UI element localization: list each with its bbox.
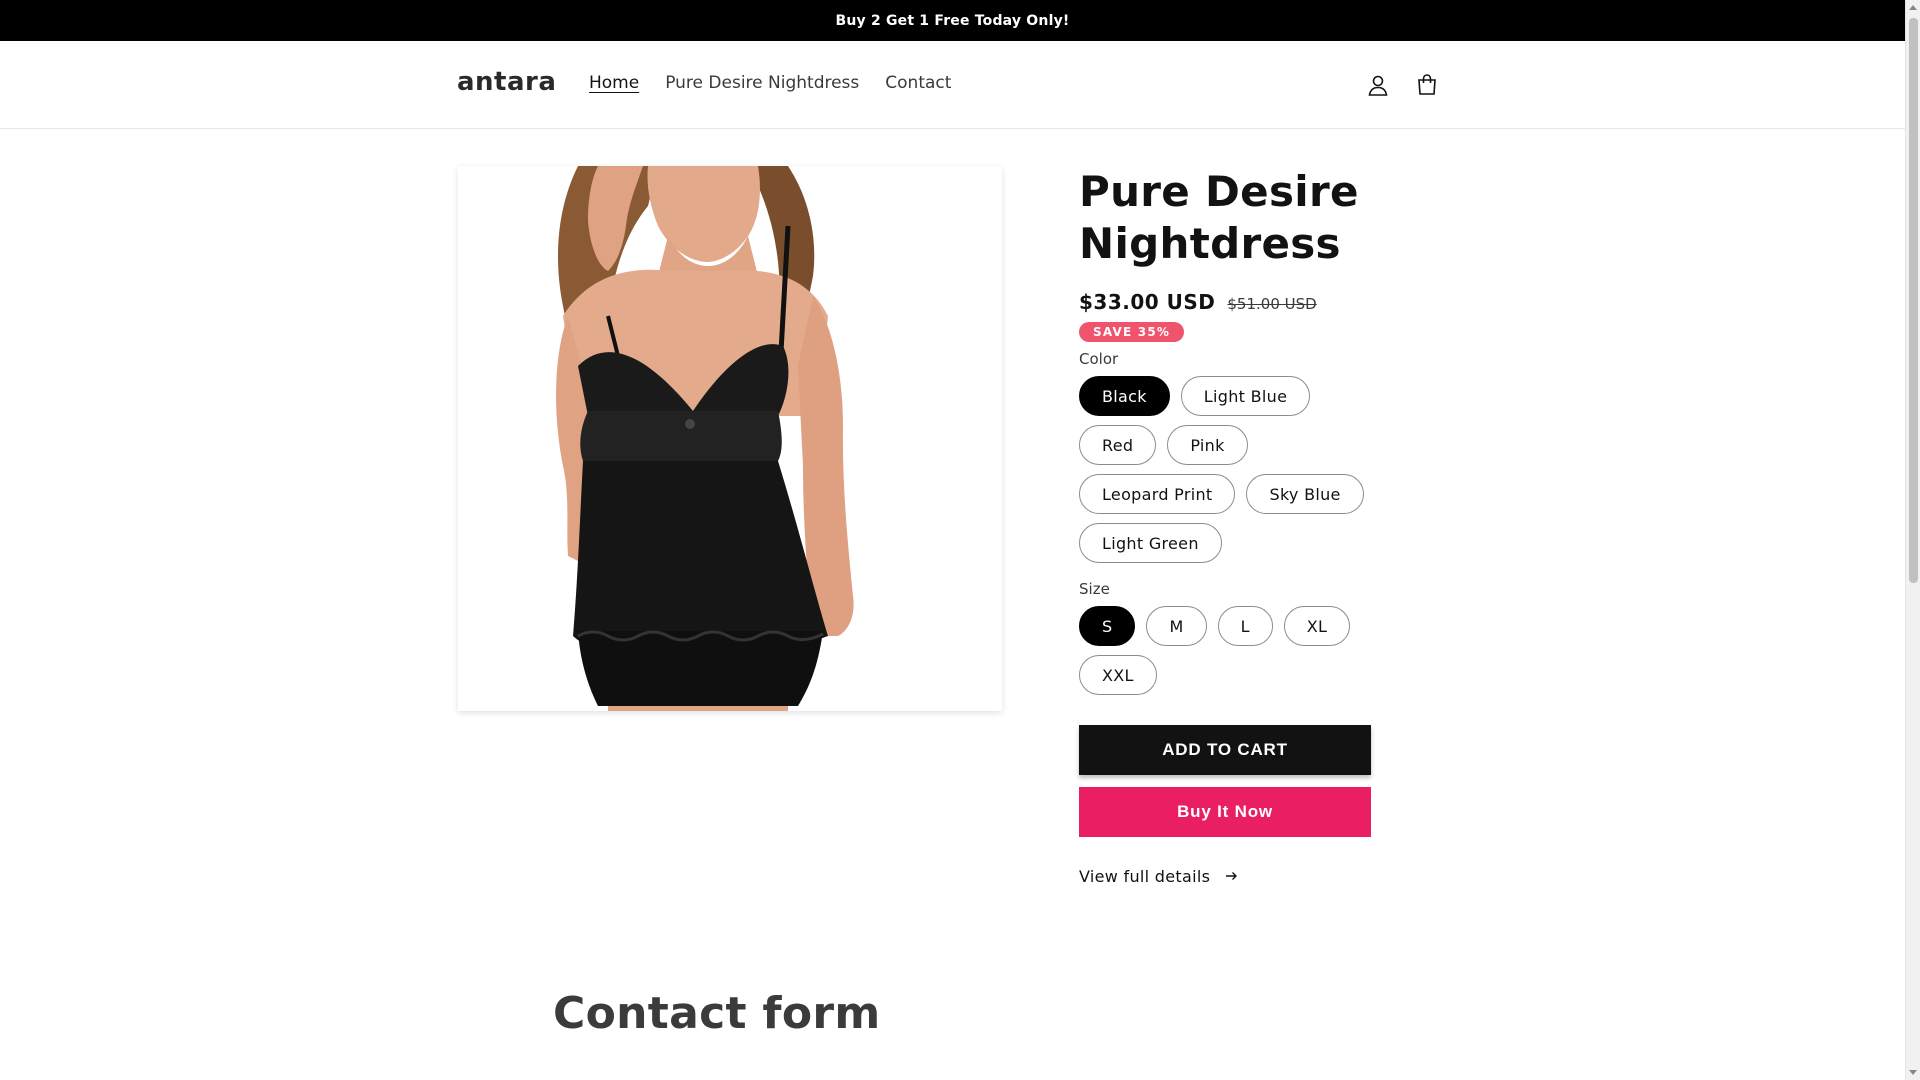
sale-badge: SAVE 35% xyxy=(1079,322,1185,342)
regular-price: $51.00 USD xyxy=(1227,295,1317,313)
size-option-m[interactable]: M xyxy=(1146,606,1207,646)
arrow-right-icon xyxy=(1226,869,1238,885)
scrollbar-thumb[interactable] xyxy=(1909,18,1918,583)
size-options: S M L XL XXL xyxy=(1079,606,1379,704)
store-logo[interactable]: antara xyxy=(457,67,556,97)
scroll-up-icon[interactable] xyxy=(1909,5,1917,10)
color-option-pink[interactable]: Pink xyxy=(1167,425,1248,465)
scroll-down-icon[interactable] xyxy=(1909,1070,1917,1075)
size-option-xl[interactable]: XL xyxy=(1283,606,1351,646)
color-option-black[interactable]: Black xyxy=(1079,376,1170,416)
product-image[interactable] xyxy=(458,166,1002,711)
add-to-cart-button[interactable]: ADD TO CART xyxy=(1079,725,1371,775)
account-icon[interactable] xyxy=(1362,69,1394,101)
product-info: Pure Desire Nightdress $33.00 USD $51.00… xyxy=(1079,166,1419,886)
main-nav: Home Pure Desire Nightdress Contact xyxy=(589,73,977,93)
nav-contact[interactable]: Contact xyxy=(885,73,951,93)
color-options: Black Light Blue Red Pink Leopard Print … xyxy=(1079,376,1379,572)
product-title: Pure Desire Nightdress xyxy=(1079,167,1359,268)
buy-now-button[interactable]: Buy It Now xyxy=(1079,787,1371,837)
view-full-details-link[interactable]: View full details xyxy=(1079,867,1419,886)
view-full-details-label: View full details xyxy=(1079,867,1211,886)
color-option-light-blue[interactable]: Light Blue xyxy=(1180,376,1311,416)
contact-form-heading: Contact form xyxy=(553,988,881,1039)
color-option-leopard-print[interactable]: Leopard Print xyxy=(1079,474,1236,514)
nav-home[interactable]: Home xyxy=(589,73,639,93)
price-row: $33.00 USD $51.00 USD xyxy=(1079,290,1419,314)
color-option-red[interactable]: Red xyxy=(1079,425,1157,465)
size-option-l[interactable]: L xyxy=(1217,606,1273,646)
color-option-light-green[interactable]: Light Green xyxy=(1079,523,1222,563)
color-option-sky-blue[interactable]: Sky Blue xyxy=(1246,474,1364,514)
size-label: Size xyxy=(1079,580,1110,598)
size-option-xxl[interactable]: XXL xyxy=(1079,655,1157,695)
page-scrollbar[interactable] xyxy=(1905,0,1920,1080)
nav-pure-desire-nightdress[interactable]: Pure Desire Nightdress xyxy=(665,73,859,93)
announcement-text: Buy 2 Get 1 Free Today Only! xyxy=(835,12,1070,29)
color-label: Color xyxy=(1079,350,1119,368)
announcement-bar: Buy 2 Get 1 Free Today Only! xyxy=(0,0,1905,41)
cart-icon[interactable] xyxy=(1411,69,1443,101)
size-option-s[interactable]: S xyxy=(1079,606,1136,646)
sale-price: $33.00 USD xyxy=(1079,290,1216,314)
site-header: antara Home Pure Desire Nightdress Conta… xyxy=(0,41,1905,129)
